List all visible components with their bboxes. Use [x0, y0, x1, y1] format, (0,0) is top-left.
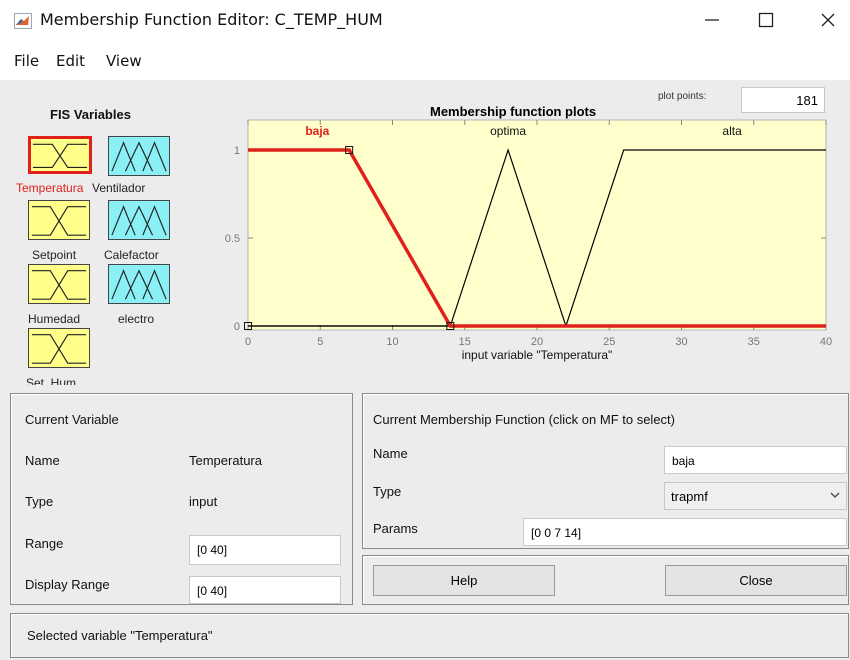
close-window-button[interactable] [808, 4, 848, 36]
mf-label-alta[interactable]: alta [722, 124, 742, 138]
plot-points-label: plot points: [658, 91, 707, 102]
display-range-label: Display Range [25, 577, 110, 592]
maximize-button[interactable] [746, 4, 786, 36]
variable-name-value: Temperatura [189, 453, 262, 468]
y-tick-label: 0.5 [225, 233, 240, 245]
membership-function-plot[interactable]: 0 5 10 15 20 25 30 35 40 0 0.5 1 input variable "Tem… [200, 110, 840, 385]
variable-tile-ventilador[interactable] [108, 136, 170, 176]
window-title: Membership Function Editor: C_TEMP_HUM [40, 10, 383, 29]
range-input[interactable]: [0 40] [189, 535, 341, 565]
help-button[interactable]: Help [373, 565, 555, 596]
variable-label-calefactor[interactable]: Calefactor [104, 248, 159, 262]
x-tick-label: 35 [748, 336, 760, 348]
menu-view[interactable]: View [106, 52, 142, 70]
params-label: Params [373, 521, 418, 536]
output-mf-icon [111, 269, 167, 300]
variable-tile-calefactor[interactable] [108, 200, 170, 240]
mf-type-select[interactable]: trapmf [664, 482, 847, 510]
current-variable-heading: Current Variable [25, 412, 119, 427]
current-mf-panel: Current Membership Function (click on MF… [362, 393, 849, 549]
mf-label-optima[interactable]: optima [490, 124, 526, 138]
close-icon [821, 13, 835, 27]
upper-area: FIS Variables Temperatura Ventilador Set… [0, 80, 850, 385]
variable-tile-set-hum[interactable] [28, 328, 90, 368]
mf-type-value: trapmf [671, 489, 708, 504]
variable-type-label: Type [25, 494, 54, 509]
output-mf-icon [111, 141, 167, 172]
x-tick-label: 5 [317, 336, 323, 348]
display-range-input[interactable]: [0 40] [189, 576, 341, 604]
minimize-icon [705, 19, 719, 21]
menu-file[interactable]: File [14, 52, 39, 70]
matlab-icon [14, 13, 32, 29]
variable-type-value: input [189, 494, 218, 509]
status-text: Selected variable "Temperatura" [27, 628, 213, 643]
output-mf-icon [111, 205, 167, 236]
params-input[interactable]: [0 0 7 14] [523, 518, 847, 546]
title-bar: Membership Function Editor: C_TEMP_HUM [0, 0, 850, 40]
variable-label-electro[interactable]: electro [118, 312, 154, 326]
input-mf-icon [32, 143, 88, 168]
status-panel: Selected variable "Temperatura" [10, 613, 849, 658]
x-tick-label: 25 [603, 336, 615, 348]
x-axis-label: input variable "Temperatura" [462, 348, 613, 362]
variable-label-setpoint[interactable]: Setpoint [32, 248, 76, 262]
variable-tile-temperatura[interactable] [28, 136, 92, 174]
chevron-down-icon [830, 492, 840, 498]
current-variable-panel: Current Variable Name Temperatura Type i… [10, 393, 353, 605]
input-mf-icon [31, 334, 87, 364]
current-mf-heading: Current Membership Function (click on MF… [373, 412, 675, 427]
variable-tile-electro[interactable] [108, 264, 170, 304]
maximize-icon [758, 12, 774, 28]
variable-tile-setpoint[interactable] [28, 200, 90, 240]
close-button[interactable]: Close [665, 565, 847, 596]
lower-area: Current Variable Name Temperatura Type i… [0, 385, 850, 660]
x-tick-label: 30 [675, 336, 687, 348]
mf-type-label: Type [373, 484, 402, 499]
x-tick-label: 40 [820, 336, 832, 348]
y-tick-label: 1 [234, 145, 240, 157]
mf-label-baja[interactable]: baja [305, 124, 329, 138]
menu-edit[interactable]: Edit [56, 52, 85, 70]
button-panel: Help Close [362, 555, 849, 605]
y-tick-label: 0 [234, 321, 240, 333]
x-tick-label: 10 [386, 336, 398, 348]
range-label: Range [25, 536, 64, 551]
minimize-button[interactable] [692, 4, 732, 36]
x-tick-label: 0 [245, 336, 251, 348]
variable-tile-humedad[interactable] [28, 264, 90, 304]
variable-label-temperatura[interactable]: Temperatura [16, 181, 83, 195]
mf-name-label: Name [373, 446, 408, 461]
variable-label-ventilador[interactable]: Ventilador [92, 181, 145, 195]
variable-name-label: Name [25, 453, 60, 468]
mf-name-input[interactable]: baja [664, 446, 847, 474]
variable-label-set-hum[interactable]: Set_Hum [26, 376, 76, 385]
menu-bar: File Edit View [0, 44, 850, 74]
x-tick-label: 20 [531, 336, 543, 348]
fis-variables-heading: FIS Variables [50, 107, 131, 122]
input-mf-icon [31, 270, 87, 300]
input-mf-icon [31, 206, 87, 236]
variable-label-humedad[interactable]: Humedad [28, 312, 80, 326]
x-tick-label: 15 [459, 336, 471, 348]
